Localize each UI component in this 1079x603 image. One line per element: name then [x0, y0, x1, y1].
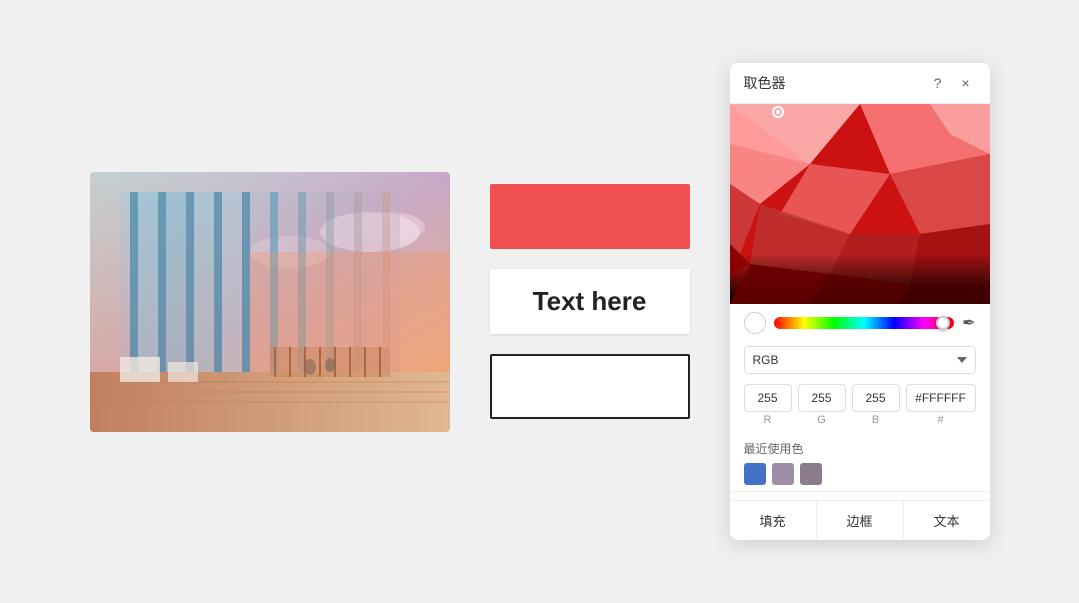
r-input-group: R: [744, 384, 792, 426]
text-box[interactable]: Text here: [490, 269, 690, 334]
recent-colors-list: [744, 463, 976, 485]
color-gradient-canvas[interactable]: [730, 104, 990, 304]
help-button[interactable]: ?: [928, 73, 948, 93]
g-label: G: [817, 414, 826, 426]
color-mode-select[interactable]: RGB HSL HSV HEX: [744, 346, 976, 374]
panel-title: 取色器: [744, 73, 786, 93]
text-tab[interactable]: 文本: [904, 501, 990, 540]
b-label: B: [872, 414, 879, 426]
r-input[interactable]: [744, 384, 792, 412]
recent-color-2[interactable]: [772, 463, 794, 485]
recent-colors-section: 最近使用色: [730, 432, 990, 491]
building-image: [90, 172, 450, 432]
recent-colors-label: 最近使用色: [744, 440, 976, 457]
hue-thumb[interactable]: [936, 316, 950, 330]
b-input-group: B: [852, 384, 900, 426]
color-mode-row: RGB HSL HSV HEX: [730, 342, 990, 378]
color-picker-panel: 取色器 ? ×: [730, 63, 990, 540]
border-tab[interactable]: 边框: [817, 501, 904, 540]
divider: [730, 491, 990, 492]
canvas-area: Text here 取色器 ? ×: [0, 0, 1079, 603]
panel-header: 取色器 ? ×: [730, 63, 990, 104]
color-rectangle[interactable]: [490, 184, 690, 249]
r-label: R: [764, 414, 772, 426]
close-button[interactable]: ×: [956, 73, 976, 93]
panel-header-icons: ? ×: [928, 73, 976, 93]
recent-color-1[interactable]: [744, 463, 766, 485]
recent-color-3[interactable]: [800, 463, 822, 485]
g-input[interactable]: [798, 384, 846, 412]
hex-input[interactable]: [906, 384, 976, 412]
eyedropper-button[interactable]: ✒: [962, 313, 975, 333]
center-elements: Text here: [490, 184, 690, 419]
current-color-preview: [744, 312, 766, 334]
b-input[interactable]: [852, 384, 900, 412]
hue-row: ✒: [730, 304, 990, 342]
fill-tab[interactable]: 填充: [730, 501, 817, 540]
hash-label: #: [937, 414, 943, 426]
g-input-group: G: [798, 384, 846, 426]
bottom-tabs: 填充 边框 文本: [730, 500, 990, 540]
hex-input-group: #: [906, 384, 976, 426]
text-box-label: Text here: [533, 286, 647, 317]
outline-box[interactable]: [490, 354, 690, 419]
hue-slider[interactable]: [774, 317, 955, 329]
rgb-inputs-row: R G B #: [730, 378, 990, 432]
